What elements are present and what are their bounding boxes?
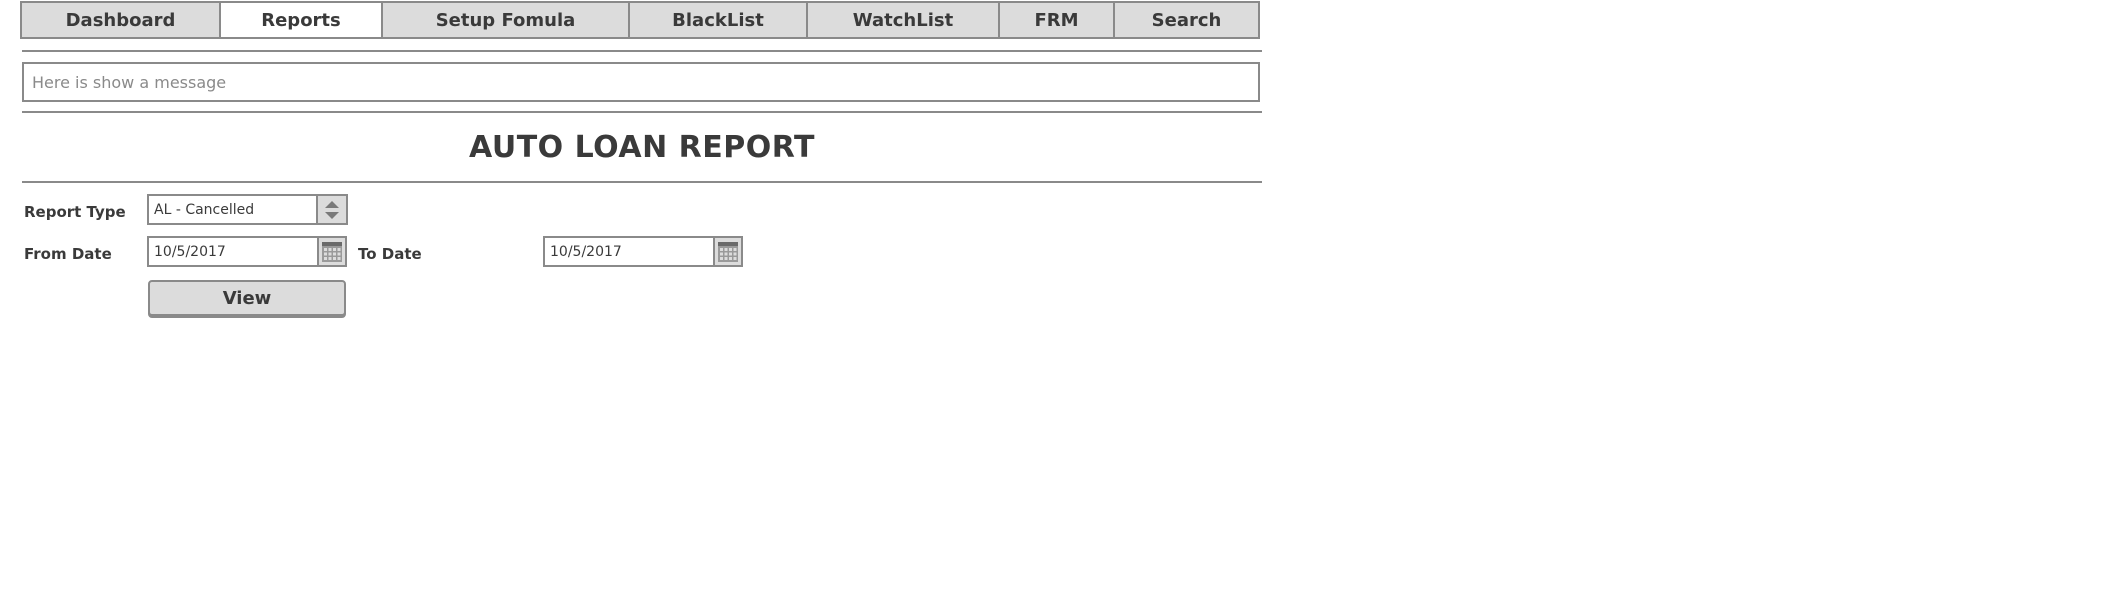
to-date-field[interactable]: 10/5/2017 <box>543 236 743 267</box>
report-type-label: Report Type <box>24 203 126 221</box>
tab-blacklist[interactable]: BlackList <box>630 3 808 37</box>
to-date-label: To Date <box>358 245 422 263</box>
view-button[interactable]: View <box>148 280 346 316</box>
up-down-arrows-icon[interactable] <box>316 196 346 223</box>
divider-top <box>22 50 1262 52</box>
tab-setup-fomula[interactable]: Setup Fomula <box>383 3 630 37</box>
page-title: AUTO LOAN REPORT <box>469 130 815 165</box>
from-date-value: 10/5/2017 <box>154 243 226 260</box>
to-date-value: 10/5/2017 <box>550 243 622 260</box>
tab-search[interactable]: Search <box>1115 3 1258 37</box>
tab-frm[interactable]: FRM <box>1000 3 1115 37</box>
tab-reports[interactable]: Reports <box>221 3 383 37</box>
from-date-label: From Date <box>24 245 112 263</box>
divider-message <box>22 111 1262 113</box>
main-tab-bar: Dashboard Reports Setup Fomula BlackList… <box>20 1 1260 39</box>
report-type-select[interactable]: AL - Cancelled <box>147 194 348 225</box>
divider-title <box>22 181 1262 183</box>
tab-dashboard[interactable]: Dashboard <box>22 3 221 37</box>
tab-watchlist[interactable]: WatchList <box>808 3 1000 37</box>
from-date-field[interactable]: 10/5/2017 <box>147 236 347 267</box>
report-type-value: AL - Cancelled <box>154 201 255 218</box>
calendar-icon[interactable] <box>317 238 345 265</box>
calendar-icon[interactable] <box>713 238 741 265</box>
message-box: Here is show a message <box>22 62 1260 102</box>
